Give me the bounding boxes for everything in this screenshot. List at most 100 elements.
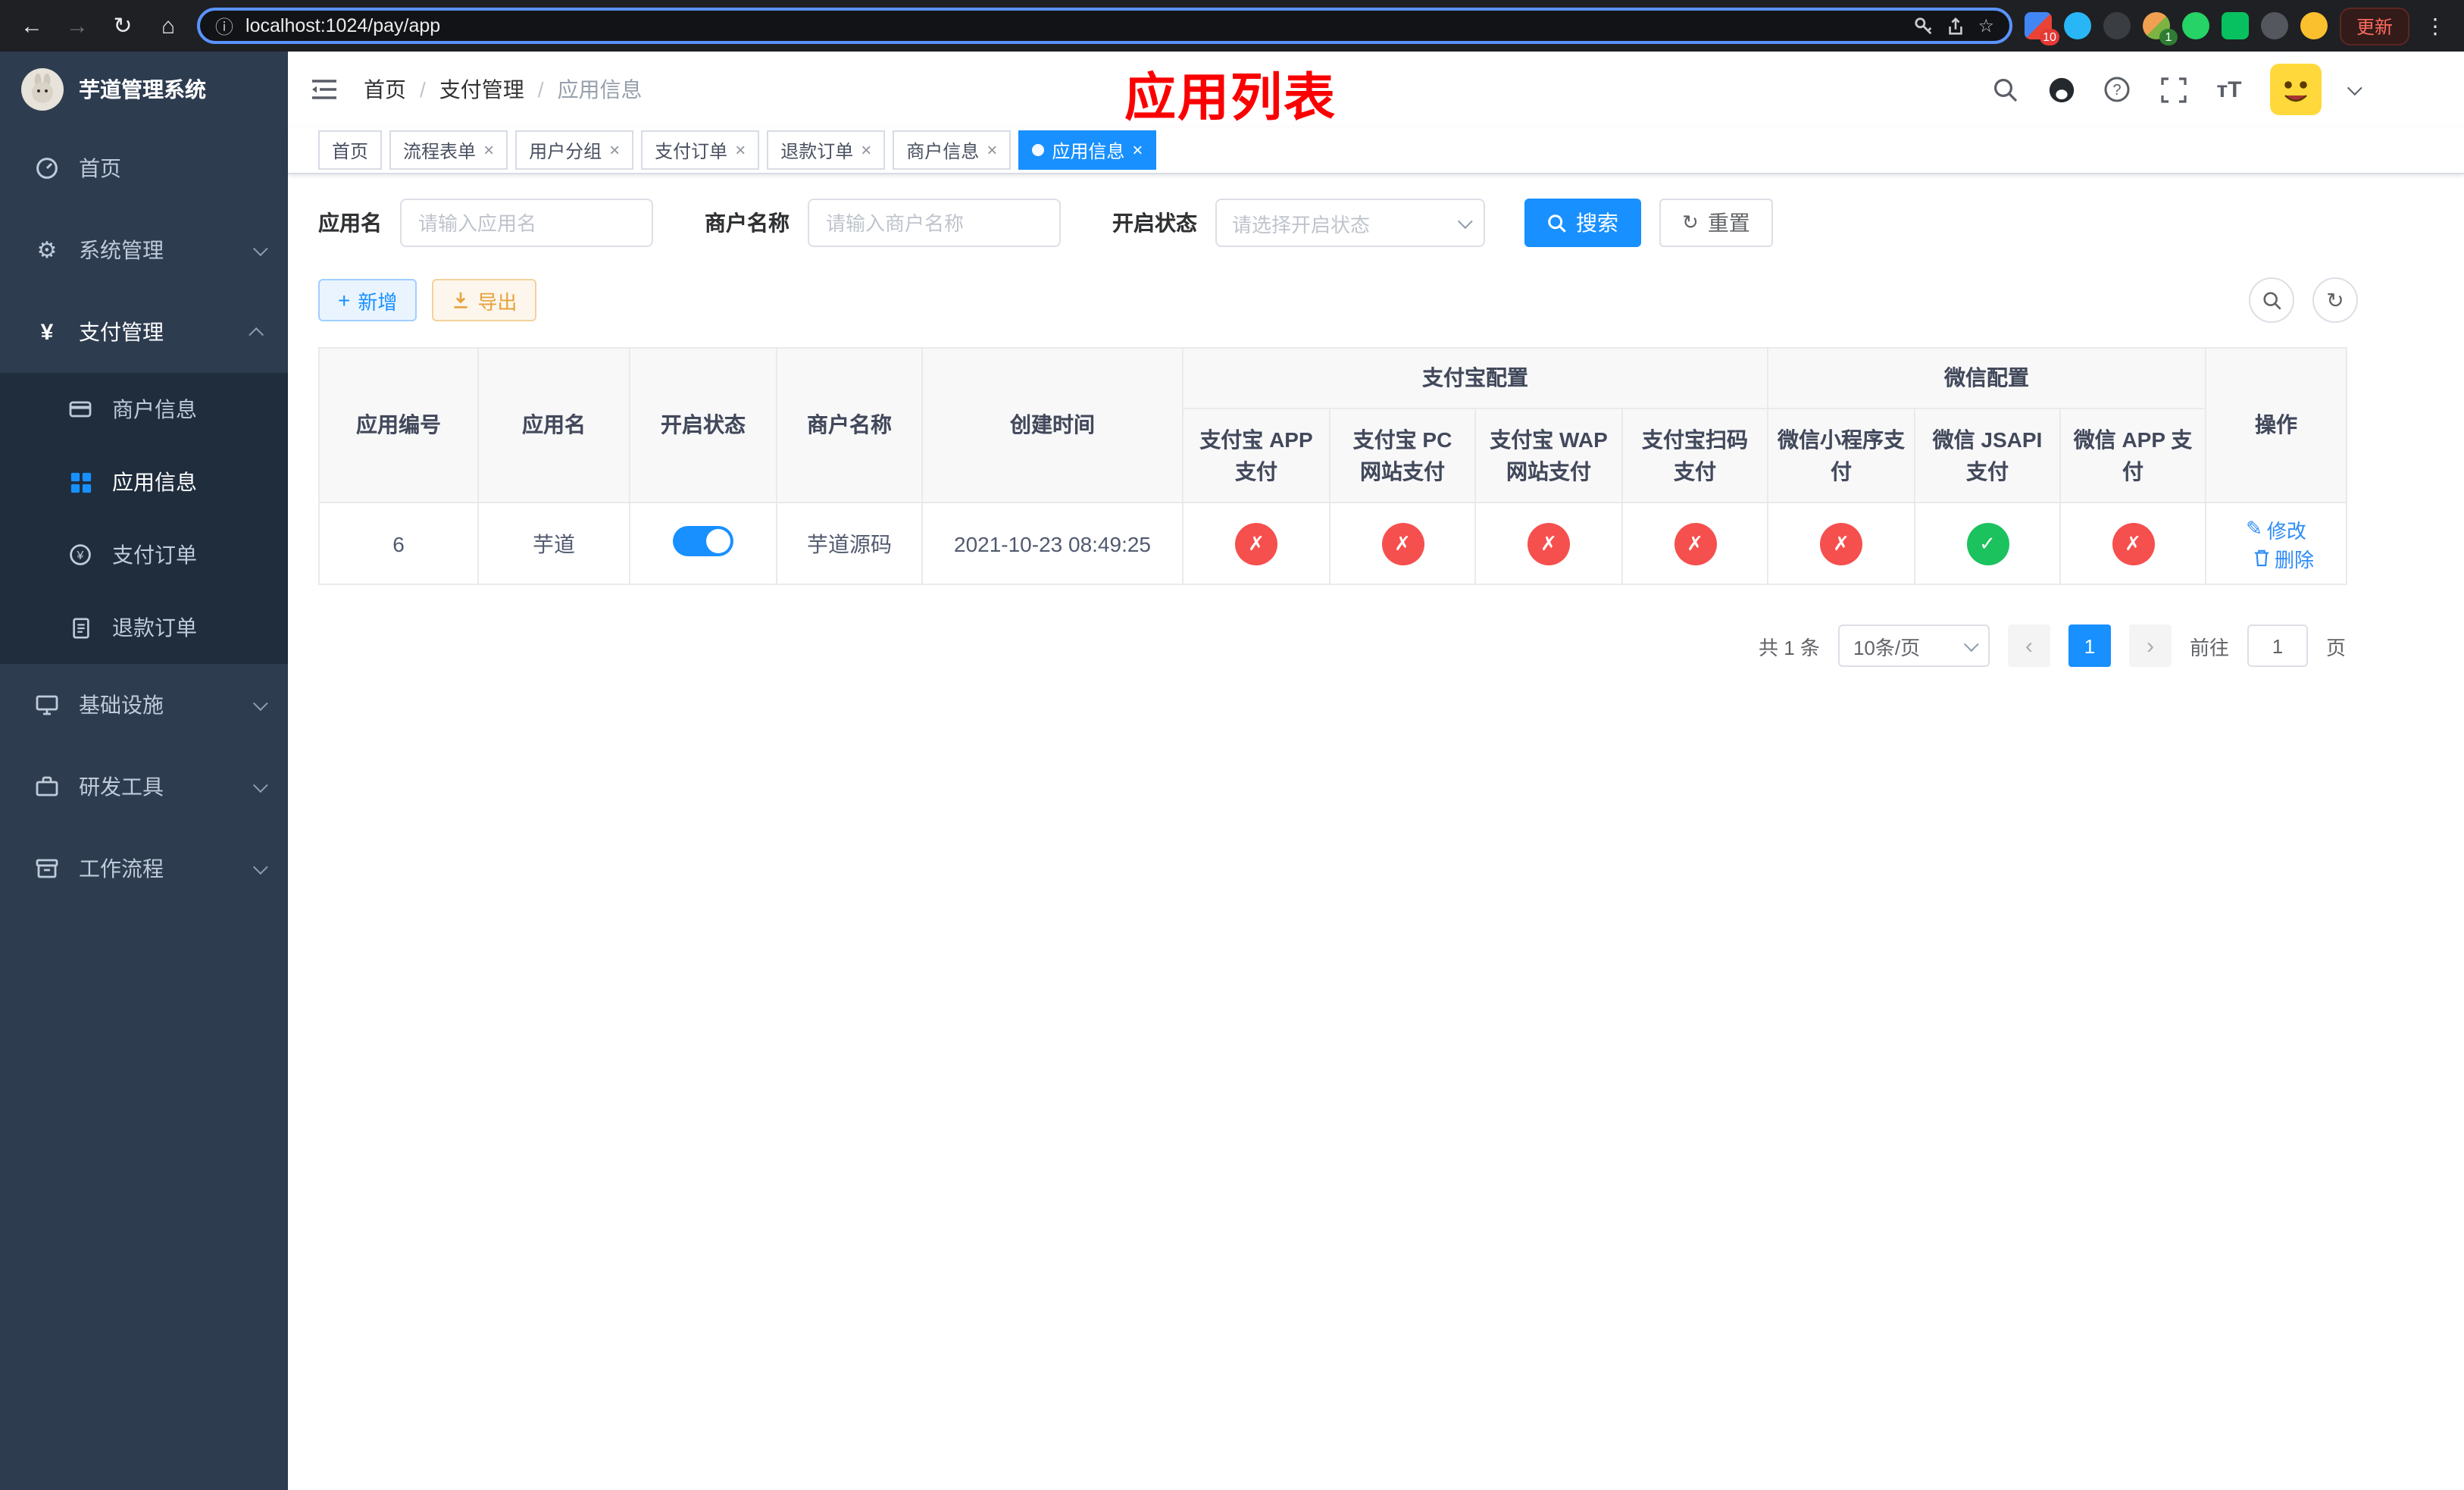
- share-icon[interactable]: [1946, 16, 1965, 36]
- close-icon[interactable]: ×: [609, 139, 620, 161]
- export-button[interactable]: 导出: [432, 279, 537, 321]
- sidebar-item-refund-order[interactable]: 退款订单: [0, 591, 288, 664]
- ext-dark-icon[interactable]: [2103, 12, 2131, 39]
- delete-link[interactable]: 删除: [2253, 543, 2314, 572]
- status-select[interactable]: 请选择开启状态: [1215, 199, 1485, 247]
- sidebar-item-home[interactable]: 首页: [0, 127, 288, 209]
- chevron-down-icon: [252, 240, 268, 256]
- site-info-icon[interactable]: ⓘ: [215, 13, 233, 39]
- sidebar-item-merchant-info[interactable]: 商户信息: [0, 373, 288, 446]
- ext-puzzle-icon[interactable]: [2260, 12, 2288, 39]
- chevron-down-icon: [252, 777, 268, 793]
- tab-refund-order[interactable]: 退款订单 ×: [767, 130, 886, 170]
- ext-avatar-icon[interactable]: 1: [2142, 12, 2178, 45]
- url-bar[interactable]: ⓘ localhost:1024/pay/app ☆: [197, 8, 2012, 44]
- sidebar-item-app-info[interactable]: 应用信息: [0, 446, 288, 518]
- app-name-input[interactable]: [400, 199, 653, 247]
- close-icon[interactable]: ×: [1132, 139, 1143, 161]
- cell-actions: ✎ 修改 删除: [2205, 502, 2347, 585]
- close-icon[interactable]: ×: [987, 139, 997, 161]
- status-toggle[interactable]: [673, 526, 733, 556]
- password-key-icon[interactable]: [1914, 16, 1934, 36]
- chevron-down-icon: [1457, 213, 1473, 229]
- cell-merchant-name: 芋道源码: [776, 502, 923, 585]
- sidebar-item-workflow[interactable]: 工作流程: [0, 828, 288, 909]
- sidebar-item-infra[interactable]: 基础设施: [0, 664, 288, 746]
- cell-create-time: 2021-10-23 08:49:25: [921, 502, 1184, 585]
- tags-view-bar: 首页 流程表单 × 用户分组 × 支付订单 × 退款订单 × 商户信息 × 应用信息 ×: [288, 127, 2464, 174]
- reset-button[interactable]: ↻ 重置: [1659, 199, 1773, 247]
- refresh-table-button[interactable]: ↻: [2312, 277, 2358, 323]
- cell-wx-jsapi: [1914, 502, 2061, 585]
- tab-merchant-info[interactable]: 商户信息 ×: [893, 130, 1012, 170]
- ext-grid-icon[interactable]: 10: [2024, 12, 2059, 45]
- goto-suffix: 页: [2325, 636, 2346, 659]
- sidebar-item-payment[interactable]: ¥ 支付管理: [0, 291, 288, 373]
- home-icon[interactable]: ⌂: [152, 9, 185, 42]
- sidebar-item-label: 商户信息: [112, 397, 197, 421]
- edit-link[interactable]: ✎ 修改: [2246, 515, 2306, 543]
- close-icon[interactable]: ×: [483, 139, 494, 161]
- tab-pay-order[interactable]: 支付订单 ×: [641, 130, 760, 170]
- toolbar-right: ↻: [2249, 277, 2358, 323]
- app-logo[interactable]: 芋道管理系统: [0, 52, 288, 127]
- browser-chrome: ← → ↻ ⌂ ⓘ localhost:1024/pay/app ☆ 10 1: [0, 0, 2464, 52]
- sidebar-item-system[interactable]: ⚙ 系统管理: [0, 209, 288, 291]
- goto-page-input[interactable]: [2247, 624, 2308, 667]
- reload-icon[interactable]: ↻: [106, 9, 139, 42]
- current-page-button[interactable]: 1: [2068, 624, 2111, 667]
- tab-process-form[interactable]: 流程表单 ×: [389, 130, 508, 170]
- ext-wechat-icon[interactable]: [2221, 12, 2249, 39]
- cell-wx-mini: [1767, 502, 1915, 585]
- ext-drop-icon[interactable]: [2063, 12, 2091, 39]
- collapse-menu-icon[interactable]: [309, 74, 339, 105]
- browser-menu-icon[interactable]: ⋮: [2422, 13, 2449, 39]
- document-icon: [67, 614, 94, 641]
- avatar-caret-icon[interactable]: [2347, 80, 2362, 95]
- close-icon[interactable]: ×: [735, 139, 746, 161]
- app-name-label: 应用名: [318, 211, 382, 235]
- font-size-icon[interactable]: тT: [2214, 74, 2244, 105]
- merchant-name-input[interactable]: [808, 199, 1061, 247]
- tab-home[interactable]: 首页: [318, 130, 383, 170]
- tab-app-info[interactable]: 应用信息 ×: [1018, 130, 1157, 170]
- github-icon[interactable]: [2046, 74, 2076, 105]
- chevron-up-icon: [249, 326, 264, 342]
- edit-link-label: 修改: [2266, 519, 2306, 542]
- ext-whatsapp-icon[interactable]: [2181, 12, 2209, 39]
- close-icon[interactable]: ×: [861, 139, 871, 161]
- sidebar-item-pay-order[interactable]: ¥ 支付订单: [0, 518, 288, 591]
- page-size-select[interactable]: 10条/页: [1837, 624, 1990, 667]
- app-title: 芋道管理系统: [79, 77, 206, 102]
- fullscreen-icon[interactable]: [2158, 74, 2188, 105]
- col-alipay-wap: 支付宝 WAP 网站支付: [1474, 408, 1623, 503]
- ext-smiley-icon[interactable]: [2300, 12, 2328, 39]
- status-check-icon: [1966, 522, 2009, 565]
- logo-avatar: [21, 68, 64, 111]
- url-text[interactable]: localhost:1024/pay/app: [245, 15, 1902, 36]
- app-table: 应用编号 应用名 开启状态 商户名称 创建时间 支付宝配置 微信配置 操作 支付…: [318, 347, 2347, 585]
- breadcrumb-home[interactable]: 首页: [364, 74, 406, 105]
- toggle-search-button[interactable]: [2249, 277, 2294, 323]
- tab-user-group[interactable]: 用户分组 ×: [515, 130, 634, 170]
- bookmark-star-icon[interactable]: ☆: [1978, 15, 1994, 36]
- screen: ← → ↻ ⌂ ⓘ localhost:1024/pay/app ☆ 10 1: [0, 0, 2464, 1490]
- forward-icon[interactable]: →: [61, 9, 94, 42]
- search-icon[interactable]: [1990, 74, 2020, 105]
- prev-page-button[interactable]: ‹: [2007, 624, 2050, 667]
- search-button[interactable]: 搜索: [1524, 199, 1641, 247]
- breadcrumb-payment[interactable]: 支付管理: [439, 74, 524, 105]
- sidebar-item-dev-tools[interactable]: 研发工具: [0, 746, 288, 828]
- user-avatar[interactable]: [2270, 64, 2322, 115]
- add-button[interactable]: + 新增: [318, 279, 417, 321]
- col-alipay-qr: 支付宝扫码支付: [1621, 408, 1768, 503]
- update-button[interactable]: 更新: [2339, 7, 2409, 45]
- col-app-id: 应用编号: [318, 347, 479, 503]
- sidebar-item-label: 首页: [79, 156, 121, 180]
- chevron-down-icon: [1963, 636, 1979, 652]
- next-page-button[interactable]: ›: [2128, 624, 2172, 667]
- help-icon[interactable]: ?: [2102, 74, 2132, 105]
- back-icon[interactable]: ←: [15, 9, 48, 42]
- col-wx-app: 微信 APP 支付: [2059, 408, 2206, 503]
- add-button-label: 新增: [358, 290, 398, 313]
